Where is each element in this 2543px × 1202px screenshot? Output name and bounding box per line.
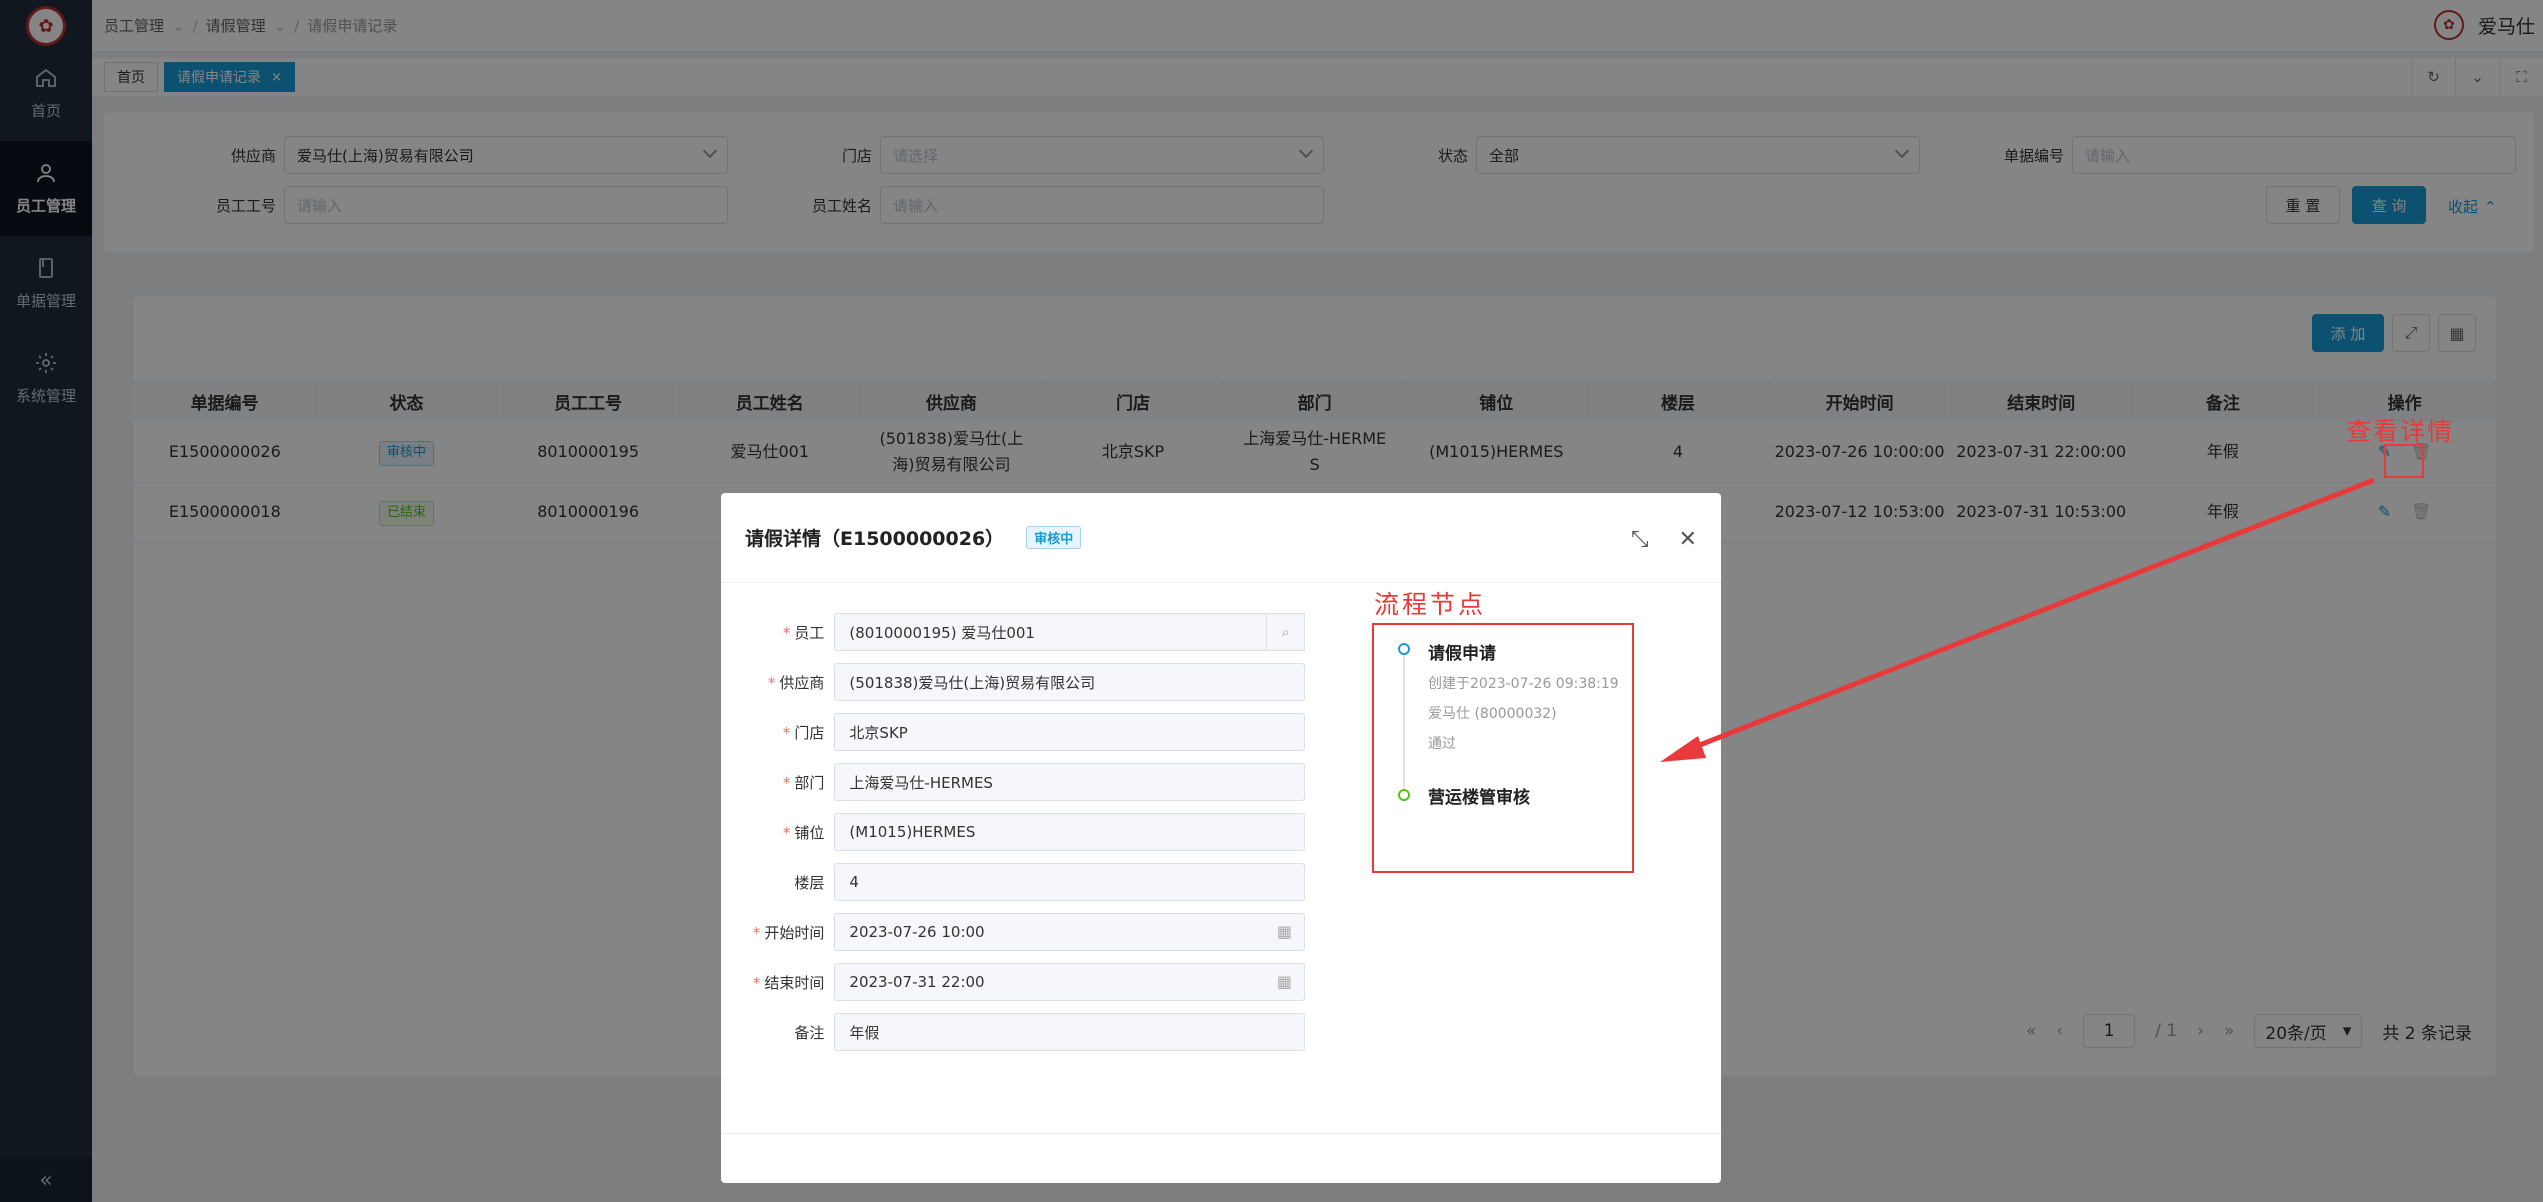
timeline-line — [1403, 655, 1405, 795]
detail-form: * 员工 (8010000195) 爱马仕001 ⌕ * 供应商 (501838)爱… — [745, 607, 1305, 1057]
form-row-remark: 备注 年假 — [745, 1007, 1305, 1057]
annotation-highlight-box — [2384, 444, 2424, 478]
flow-step-name: 请假申请 — [1428, 644, 1496, 664]
calendar-icon: ▦ — [1276, 972, 1292, 991]
flow-step-result: 通过 — [1428, 736, 1456, 752]
end-time-value: 2023-07-31 22:00 — [849, 973, 985, 991]
form-label: * 铺位 — [782, 823, 825, 842]
form-row-dept: * 部门 上海爱马仕-HERMES — [745, 757, 1305, 807]
employee-field[interactable]: (8010000195) 爱马仕001 — [834, 613, 1268, 651]
supplier-field[interactable]: (501838)爱马仕(上海)贸易有限公司 — [834, 663, 1305, 701]
remark-field[interactable]: 年假 — [834, 1013, 1305, 1051]
form-row-employee: * 员工 (8010000195) 爱马仕001 ⌕ — [745, 607, 1305, 657]
form-label: * 员工 — [782, 623, 825, 642]
form-label: * 供应商 — [767, 673, 825, 692]
leave-detail-dialog: 请假详情（E1500000026） 审核中 ⤡ ✕ * 员工 (801000019… — [721, 493, 1721, 1183]
calendar-icon: ▦ — [1276, 922, 1292, 941]
dialog-header: 请假详情（E1500000026） 审核中 ⤡ ✕ — [721, 493, 1721, 583]
timeline-dot — [1398, 643, 1410, 655]
store-field[interactable]: 北京SKP — [834, 713, 1305, 751]
flow-step-name: 营运楼管审核 — [1428, 788, 1530, 808]
form-label: * 结束时间 — [752, 973, 825, 992]
start-time-field[interactable]: 2023-07-26 10:00 ▦ — [834, 913, 1305, 951]
timeline-dot — [1398, 789, 1410, 801]
form-row-supplier: * 供应商 (501838)爱马仕(上海)贸易有限公司 — [745, 657, 1305, 707]
flow-step-created: 创建于2023-07-26 09:38:19 — [1428, 676, 1619, 692]
form-label: * 开始时间 — [752, 923, 825, 942]
flow-timeline: 请假申请 创建于2023-07-26 09:38:19 爱马仕 (8000003… — [1372, 623, 1634, 873]
form-row-end: * 结束时间 2023-07-31 22:00 ▦ — [745, 957, 1305, 1007]
flow-step-user: 爱马仕 (80000032) — [1428, 706, 1557, 722]
search-icon[interactable]: ⌕ — [1267, 613, 1305, 651]
form-label: * 门店 — [782, 723, 825, 742]
department-field[interactable]: 上海爱马仕-HERMES — [834, 763, 1305, 801]
floor-field[interactable]: 4 — [834, 863, 1305, 901]
status-badge: 审核中 — [1026, 526, 1082, 549]
form-row-booth: * 铺位 (M1015)HERMES — [745, 807, 1305, 857]
close-icon[interactable]: ✕ — [1679, 527, 1697, 552]
form-label: 楼层 — [794, 873, 825, 892]
booth-field[interactable]: (M1015)HERMES — [834, 813, 1305, 851]
annotation-label: 查看详情 — [2346, 417, 2455, 446]
form-row-start: * 开始时间 2023-07-26 10:00 ▦ — [745, 907, 1305, 957]
flow-nodes-annotation: 流程节点 — [1374, 590, 1487, 619]
form-row-store: * 门店 北京SKP — [745, 707, 1305, 757]
dialog-footer-divider — [721, 1133, 1721, 1134]
start-time-value: 2023-07-26 10:00 — [849, 923, 985, 941]
form-label: * 部门 — [782, 773, 825, 792]
form-row-floor: 楼层 4 — [745, 857, 1305, 907]
dialog-actions: ⤡ ✕ — [1631, 527, 1697, 552]
form-label: 备注 — [794, 1023, 825, 1042]
fullscreen-icon[interactable]: ⤡ — [1631, 527, 1649, 552]
end-time-field[interactable]: 2023-07-31 22:00 ▦ — [834, 963, 1305, 1001]
dialog-title: 请假详情（E1500000026） — [745, 528, 1005, 550]
